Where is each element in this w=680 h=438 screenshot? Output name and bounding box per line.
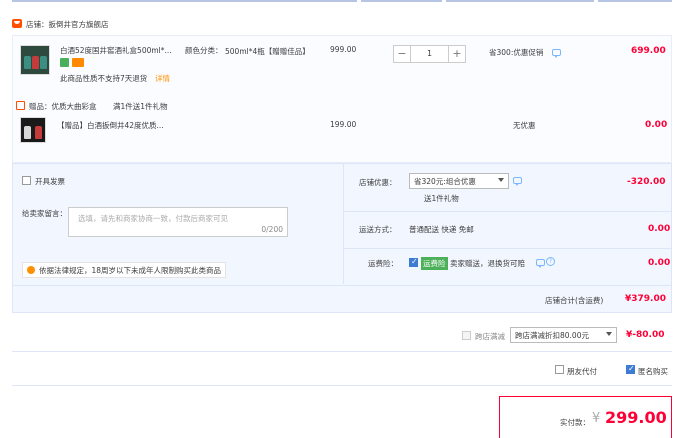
store-total: ¥379.00: [625, 294, 666, 304]
friend-pay-checkbox[interactable]: [555, 365, 564, 374]
chat-icon[interactable]: [536, 259, 545, 268]
gift-promo: 无优惠: [513, 121, 536, 130]
store-name-link[interactable]: 扳倒井官方旗舰店: [49, 20, 109, 29]
gift-rule: 满1件送1件礼物: [113, 102, 168, 111]
decrease-button[interactable]: −: [393, 45, 411, 63]
product-badge-icon: [60, 58, 69, 67]
chevron-down-icon: [498, 178, 504, 182]
actual-pay-amount: 299.00: [605, 408, 667, 427]
gift-title[interactable]: 【赠品】白酒扳倒井42度优质...: [57, 120, 164, 131]
invoice-label: 开具发票: [35, 177, 65, 186]
chevron-down-icon: [606, 332, 612, 336]
insurance-text: 卖家赠送，退换货可赔: [450, 259, 525, 268]
product-note-link[interactable]: 详情: [155, 73, 170, 84]
shipping-label: 运送方式：: [359, 225, 397, 234]
warning-icon: [27, 266, 35, 274]
store-icon: [12, 19, 22, 28]
anonymous-label: 匿名购买: [638, 367, 668, 376]
legal-notice: 依据法律规定，18周岁以下未成年人限制购买此类商品: [22, 262, 227, 278]
discount-value: -320.00: [627, 177, 666, 187]
actual-pay-box: 实付款： ¥ 299.00: [499, 396, 672, 438]
order-options-panel: 开具发票 给卖家留言： 选填，请先和商家协商一致，付款后商家可见 0/200 依…: [12, 163, 672, 313]
order-block: 白酒52度国井窖酒礼盒500ml*... 此商品性质不支持7天退货 详情 颜色分…: [12, 35, 672, 163]
shipping-cost: 0.00: [648, 224, 671, 234]
quantity-input[interactable]: 1: [411, 45, 448, 63]
discount-label: 店铺优惠：: [359, 178, 397, 187]
store-row: 店铺：扳倒井官方旗舰店: [12, 16, 672, 34]
product-thumbnail[interactable]: [20, 45, 50, 75]
gift-price: 199.00: [330, 120, 357, 129]
insurance-label: 运费险：: [368, 259, 398, 268]
insurance-cost: 0.00: [648, 258, 671, 268]
product-note: 此商品性质不支持7天退货: [60, 74, 148, 83]
spec-label: 颜色分类：: [185, 46, 223, 55]
chat-icon[interactable]: [513, 177, 522, 186]
insurance-badge: 运费险: [421, 257, 448, 270]
shipping-value: 普通配送 快递 免邮: [409, 225, 474, 234]
item-subtotal: 699.00: [631, 46, 666, 56]
cross-store-select[interactable]: 跨店满减折扣80.00元: [510, 327, 617, 343]
product-title[interactable]: 白酒52度国井窖酒礼盒500ml*...: [60, 45, 172, 56]
card-badge-icon: [72, 58, 84, 67]
gift-subtotal: 0.00: [645, 120, 668, 130]
gift-icon: [16, 101, 25, 110]
header-strip: [12, 0, 672, 3]
cross-store-checkbox[interactable]: [462, 331, 471, 340]
invoice-checkbox[interactable]: [22, 176, 31, 185]
gift-thumbnail[interactable]: [20, 117, 46, 143]
spec-value: 500ml*4瓶【赠赠佳品】: [225, 47, 310, 56]
cross-store-value: ¥-80.00: [626, 330, 665, 340]
promo-text: 省300:优惠促销: [489, 48, 544, 57]
friend-pay-label: 朋友代付: [567, 367, 597, 376]
insurance-checkbox[interactable]: [409, 257, 418, 267]
chat-icon[interactable]: [552, 49, 561, 58]
actual-pay-label: 实付款：: [560, 418, 590, 427]
message-count: 0/200: [261, 225, 283, 234]
anonymous-checkbox[interactable]: [626, 364, 635, 374]
cross-store-label: 跨店满减: [475, 332, 505, 341]
increase-button[interactable]: +: [448, 45, 466, 63]
message-placeholder: 选填，请先和商家协商一致，付款后商家可见: [78, 214, 228, 223]
discount-sub: 送1件礼物: [424, 194, 459, 203]
store-total-label: 店铺合计(含运费): [545, 296, 604, 305]
unit-price: 999.00: [330, 45, 357, 54]
message-input[interactable]: 选填，请先和商家协商一致，付款后商家可见 0/200: [68, 207, 288, 237]
gift-header: 赠品：优质大曲彩盒: [29, 102, 97, 111]
store-label: 店铺：: [26, 20, 49, 29]
message-label: 给卖家留言：: [22, 209, 67, 218]
currency-symbol: ¥: [592, 411, 601, 426]
quantity-stepper[interactable]: − 1 +: [393, 45, 466, 63]
discount-select[interactable]: 省320元:组合优惠: [409, 173, 509, 189]
help-icon[interactable]: ?: [546, 257, 555, 266]
